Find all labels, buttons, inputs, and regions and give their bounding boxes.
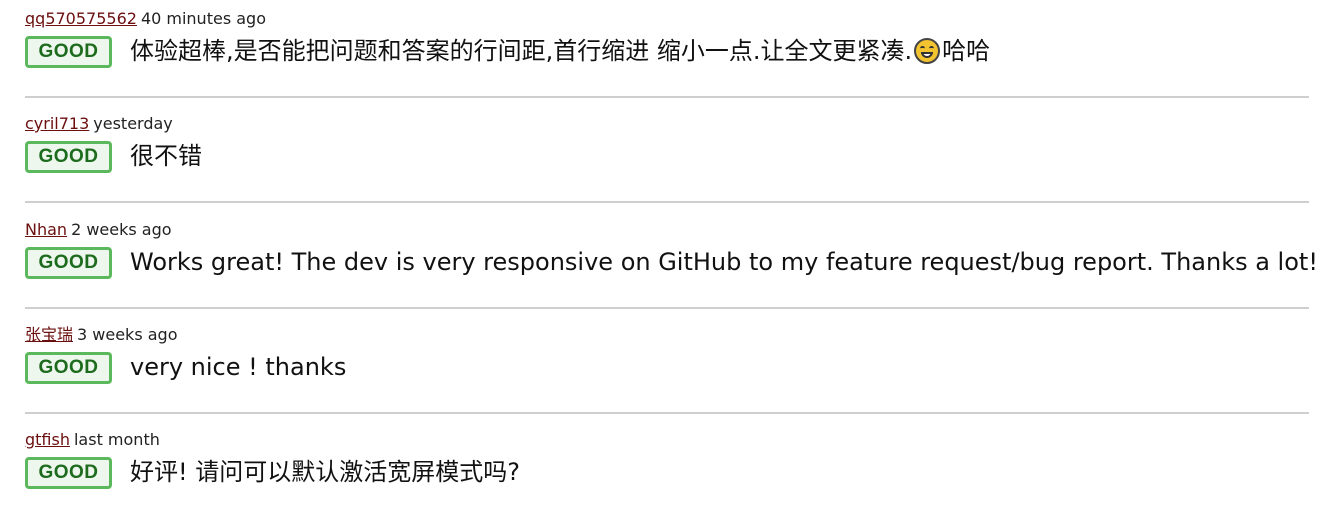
review-text: Works great! The dev is very responsive …: [130, 248, 1327, 276]
rating-badge: GOOD: [25, 352, 112, 384]
review-author-link[interactable]: Nhan: [25, 220, 67, 239]
divider: [25, 307, 1309, 309]
review-meta: 张宝瑞 3 weeks ago: [25, 324, 178, 346]
review-time: last month: [73, 430, 160, 449]
grinning-face-icon: [914, 38, 941, 64]
review-author-link[interactable]: qq570575562: [25, 9, 137, 28]
review-item: gtfish last month GOOD 好评! 请问可以默认激活宽屏模式吗?: [25, 421, 1309, 527]
review-meta: cyril713 yesterday: [25, 113, 173, 135]
review-item: qq570575562 40 minutes ago GOOD 体验超棒,是否能把…: [25, 0, 1309, 106]
rating-badge: GOOD: [25, 457, 112, 489]
divider: [25, 201, 1309, 203]
review-item: 张宝瑞 3 weeks ago GOOD very nice ! thanks: [25, 316, 1309, 422]
review-list: qq570575562 40 minutes ago GOOD 体验超棒,是否能把…: [0, 0, 1327, 504]
review-text: 很不错: [130, 142, 202, 170]
rating-badge: GOOD: [25, 36, 112, 68]
review-meta: qq570575562 40 minutes ago: [25, 8, 266, 30]
divider: [25, 96, 1309, 98]
review-author-link[interactable]: cyril713: [25, 114, 89, 133]
review-text: 好评! 请问可以默认激活宽屏模式吗?: [130, 458, 520, 486]
review-text: 体验超棒,是否能把问题和答案的行间距,首行缩进 缩小一点.让全文更紧凑. 哈哈: [130, 33, 990, 69]
rating-badge: GOOD: [25, 247, 112, 279]
review-item: cyril713 yesterday GOOD 很不错: [25, 105, 1309, 211]
review-author-link[interactable]: gtfish: [25, 430, 70, 449]
review-time: 3 weeks ago: [77, 325, 178, 344]
divider: [25, 412, 1309, 414]
review-time: 2 weeks ago: [71, 220, 172, 239]
rating-badge: GOOD: [25, 141, 112, 173]
review-time: yesterday: [93, 114, 173, 133]
review-meta: Nhan 2 weeks ago: [25, 219, 172, 241]
review-text-part: 哈哈: [942, 37, 991, 65]
review-author-link[interactable]: 张宝瑞: [25, 325, 73, 344]
review-meta: gtfish last month: [25, 429, 160, 451]
review-text-part: 体验超棒,是否能把问题和答案的行间距,首行缩进 缩小一点.让全文更紧凑.: [130, 37, 913, 65]
review-item: Nhan 2 weeks ago GOOD Works great! The de…: [25, 211, 1327, 317]
review-time: 40 minutes ago: [140, 9, 266, 28]
review-text: very nice ! thanks: [130, 353, 347, 381]
